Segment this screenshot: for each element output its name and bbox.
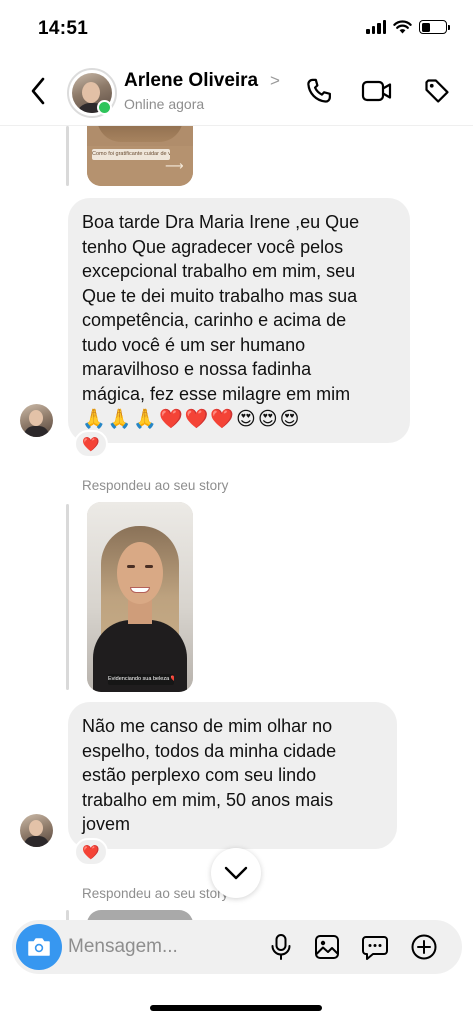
video-call-button[interactable] (360, 74, 394, 108)
story-caption: Como foi gratificante cuidar de você! (92, 149, 170, 160)
contact-status: Online agora (124, 96, 205, 112)
message-line: excepcional trabalho em mim, seu (82, 261, 356, 281)
story-reply-line (66, 910, 69, 920)
red-heart-emoji: ❤️ (159, 409, 183, 430)
message-bubble[interactable]: Boa tarde Dra Maria Irene ,eu Que tenho … (68, 198, 410, 443)
sticker-button[interactable] (359, 931, 391, 963)
gallery-icon (315, 935, 339, 959)
audio-call-button[interactable] (302, 74, 336, 108)
story-thumbnail[interactable]: Evidenciando sua beleza ❤️ (87, 502, 193, 692)
heart-eyes-emoji: 😍 (279, 409, 300, 430)
online-indicator (97, 100, 112, 115)
tag-icon (425, 79, 449, 103)
folded-hands-emoji: 🙏 (82, 409, 106, 430)
message-line: Não me canso de mim olhar no (82, 716, 333, 736)
sticker-icon (362, 936, 388, 960)
contact-name[interactable]: Arlene Oliveira (124, 70, 258, 92)
message-line: mágica, fez esse milagre em mim (82, 383, 351, 404)
label-button[interactable] (420, 74, 454, 108)
story-caption: Evidenciando sua beleza ❤️ (108, 674, 174, 685)
sender-avatar[interactable] (20, 404, 53, 437)
phone-icon (307, 78, 331, 103)
message-line: tudo você é um ser humano (82, 334, 306, 355)
scroll-to-bottom-button[interactable] (211, 848, 261, 898)
message-bubble[interactable]: Não me canso de mim olhar no espelho, to… (68, 702, 397, 849)
message-line: estão perplexo com seu lindo (82, 765, 317, 785)
camera-icon (28, 938, 50, 956)
plus-icon (411, 934, 437, 960)
story-thumbnail[interactable] (87, 910, 193, 920)
red-heart-emoji: ❤️ (184, 409, 209, 430)
status-icons (366, 20, 450, 34)
cellular-signal-icon (366, 20, 386, 34)
replied-to-story-label: Respondeu ao seu story (82, 478, 229, 493)
chevron-down-icon (224, 866, 248, 880)
status-time: 14:51 (38, 18, 89, 39)
wifi-icon (393, 20, 412, 34)
heart-eyes-emoji: 😍 (257, 409, 278, 430)
folded-hands-emoji: 🙏 (107, 409, 132, 430)
battery-icon (419, 20, 450, 34)
message-list[interactable]: Como foi gratificante cuidar de você! ⟶ … (0, 126, 473, 920)
heart-reaction[interactable]: ❤️ (74, 838, 108, 866)
message-line: espelho, todos da minha cidade (82, 740, 337, 761)
emoji-row: 🙏 🙏 🙏 ❤️ ❤️ ❤️ 😍 😍 😍 (82, 409, 396, 431)
message-line: Que te dei muito trabalho mas sua (82, 285, 358, 306)
message-line: jovem (82, 814, 131, 834)
message-line: tenho Que agradecer você pelos (82, 236, 344, 257)
message-line: maravilhoso e nossa fadinha (82, 359, 312, 379)
home-indicator (150, 1005, 322, 1011)
video-camera-icon (361, 80, 392, 102)
camera-button[interactable] (16, 924, 62, 970)
message-line: trabalho em mim, 50 anos mais (82, 789, 334, 810)
message-composer (12, 920, 462, 974)
arrow-icon: ⟶ (165, 158, 184, 173)
story-reply-line (66, 126, 69, 186)
message-input[interactable] (68, 934, 248, 960)
red-heart-emoji: ❤️ (210, 409, 235, 430)
message-line: competência, carinho e acima de (82, 310, 347, 330)
gallery-button[interactable] (311, 931, 343, 963)
name-chevron-icon: > (270, 71, 280, 90)
message-line: Boa tarde Dra Maria Irene ,eu Que (82, 212, 360, 232)
microphone-icon (271, 934, 291, 960)
folded-hands-emoji: 🙏 (133, 409, 158, 430)
heart-reaction[interactable]: ❤️ (74, 430, 108, 458)
back-arrow-icon (31, 77, 45, 105)
back-button[interactable] (24, 74, 52, 108)
story-thumbnail[interactable]: Como foi gratificante cuidar de você! ⟶ (87, 126, 193, 186)
chat-header: Arlene Oliveira > Online agora (0, 58, 473, 126)
voice-message-button[interactable] (265, 931, 297, 963)
heart-eyes-emoji: 😍 (236, 409, 256, 430)
status-bar: 14:51 (0, 0, 473, 58)
story-reply-line (66, 504, 69, 690)
replied-to-story-label: Respondeu ao seu story (82, 886, 229, 901)
more-actions-button[interactable] (408, 931, 440, 963)
sender-avatar[interactable] (20, 814, 53, 847)
